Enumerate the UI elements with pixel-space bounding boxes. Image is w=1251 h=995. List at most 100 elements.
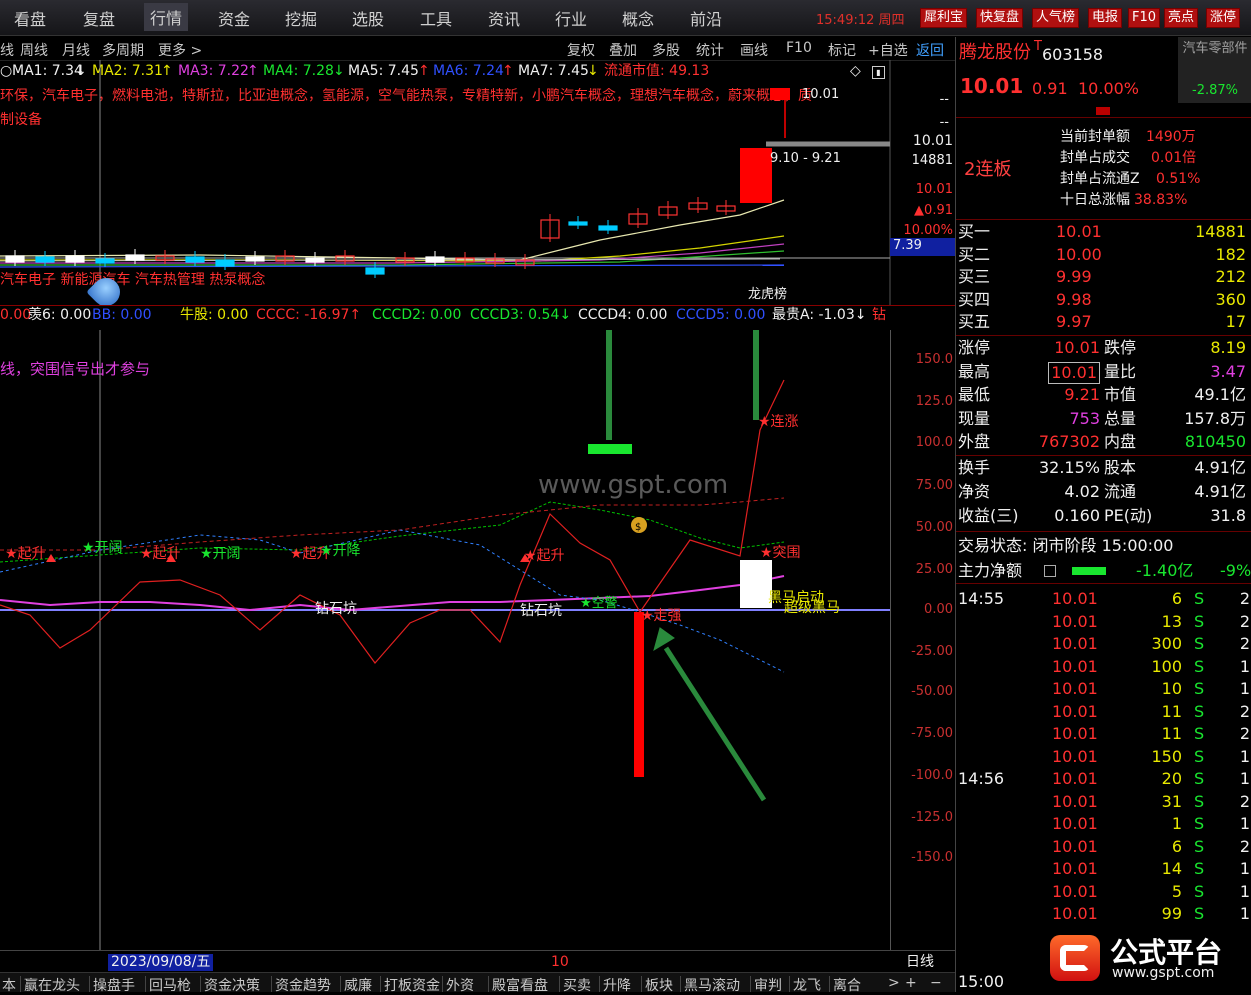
fundamental-value-2: 31.8	[1210, 506, 1246, 525]
period-toolbar: 线周线 月线 多周期 更多 > 复权 叠加 多股 统计 画线 F10 标记 +自选 返回	[0, 37, 955, 61]
tick-count: 2	[1239, 791, 1250, 811]
top-button-6[interactable]: 涨停	[1206, 8, 1241, 28]
add-tab-button[interactable]: +	[905, 975, 917, 991]
order-book-row: 买四 9.98 360	[956, 290, 1251, 312]
order-level-label: 买三	[958, 267, 991, 286]
stock-code: 603158	[1042, 45, 1104, 64]
tick-volume: 6	[1171, 589, 1182, 608]
top-button-4[interactable]: F10	[1128, 8, 1161, 28]
toolbar-8[interactable]: 返回	[916, 40, 944, 60]
tab-divider	[271, 976, 272, 992]
menu-item-6[interactable]: 工具	[420, 6, 452, 30]
top-button-2[interactable]: 人气榜	[1032, 8, 1080, 28]
tick-price: 10.01	[1052, 656, 1098, 676]
bottom-tab-8[interactable]: 殿富看盘	[492, 975, 548, 995]
bottom-tab-12[interactable]: 黑马滚动	[684, 975, 740, 995]
top-button-5[interactable]: 亮点	[1164, 8, 1199, 28]
indicator-axis-label: 50.00	[915, 520, 953, 535]
period-tab-3[interactable]: 多周期	[102, 40, 144, 60]
menu-item-2[interactable]: 行情	[144, 3, 189, 31]
fundamental-label-2: PE(动)	[1104, 506, 1153, 525]
menu-item-5[interactable]: 选股	[352, 6, 384, 30]
green-bar	[588, 444, 632, 454]
last-price-marker: 7.39	[890, 238, 955, 256]
top-button-3[interactable]: 电报	[1088, 8, 1123, 28]
bottom-tab-13[interactable]: 审判	[754, 975, 782, 995]
bottom-tab-11[interactable]: 板块	[645, 975, 673, 995]
bottom-tab-6[interactable]: 打板资金	[384, 975, 440, 995]
main-net-pct: -9%	[1220, 561, 1251, 580]
collapse-icon[interactable]	[1096, 107, 1110, 115]
indicator-chart[interactable]: $	[0, 330, 890, 950]
indicator-axis-label: 75.00	[915, 478, 953, 493]
bottom-first[interactable]: 本	[2, 975, 16, 995]
bottom-tab-2[interactable]: 回马枪	[149, 975, 191, 995]
limit-up-candle	[740, 148, 772, 203]
period-tab-1[interactable]: 周线	[20, 40, 48, 60]
menu-item-7[interactable]: 资讯	[488, 6, 520, 30]
toolbar-3[interactable]: 统计	[696, 40, 724, 60]
quote-label-2: 跌停	[1104, 338, 1137, 357]
tick-volume: 11	[1161, 701, 1182, 721]
menu-item-1[interactable]: 复盘	[83, 6, 115, 30]
menu-item-0[interactable]: 看盘	[14, 6, 46, 30]
indicator-axis: 150.0 125.0 100.0 75.00 50.00 25.00 0.00 -25.00…	[890, 330, 955, 950]
bottom-tab-3[interactable]: 资金决策	[204, 975, 260, 995]
quote-row: 最低 9.21 市值 49.1亿	[956, 385, 1251, 407]
fundamental-value: 0.160	[1054, 506, 1100, 525]
toolbar-4[interactable]: 画线	[740, 40, 768, 60]
menu-item-8[interactable]: 行业	[555, 6, 587, 30]
tick-count: 1	[1239, 656, 1250, 676]
indicator-axis-label: 0.00	[924, 602, 953, 617]
quote-value: 9.21	[1064, 385, 1100, 404]
fundamental-label: 收益(三)	[958, 506, 1019, 525]
red-bar	[634, 612, 644, 777]
toolbar-6[interactable]: 标记	[828, 40, 856, 60]
tab-divider	[789, 976, 790, 992]
indicator-value-3: 牛股: 0.00	[180, 307, 249, 323]
tab-divider	[680, 976, 681, 992]
remove-tab-button[interactable]: −	[930, 975, 942, 991]
bottom-tab-1[interactable]: 操盘手	[93, 975, 135, 995]
quote-value-2: 8.19	[1210, 338, 1246, 357]
bottom-tab-10[interactable]: 升降	[603, 975, 631, 995]
bottom-tab-9[interactable]: 买卖	[563, 975, 591, 995]
toolbar-0[interactable]: 复权	[567, 40, 595, 60]
quote-row: 外盘 767302 内盘 810450	[956, 432, 1251, 454]
fundamental-label: 净资	[958, 482, 991, 501]
quote-label: 最高	[958, 361, 991, 381]
indicator-value-4: CCCC: -16.97↑	[256, 307, 362, 323]
top-button-0[interactable]: 犀利宝	[920, 8, 968, 28]
menu-item-3[interactable]: 资金	[218, 6, 250, 30]
tick-count: 1	[1239, 769, 1250, 788]
tick-count: 1	[1239, 746, 1250, 766]
day-period-label[interactable]: 日线	[906, 954, 934, 971]
tick-side: S	[1194, 904, 1205, 923]
period-tab-0[interactable]: 线	[0, 40, 14, 60]
toolbar-2[interactable]: 多股	[652, 40, 680, 60]
toolbar-5[interactable]: F10	[786, 40, 812, 56]
menu-item-9[interactable]: 概念	[622, 6, 654, 30]
fundamental-label: 换手	[958, 458, 991, 477]
bottom-tab-7[interactable]: 外资	[446, 975, 474, 995]
list-icon[interactable]	[1044, 565, 1056, 577]
top-button-1[interactable]: 快复盘	[976, 8, 1024, 28]
order-level-label: 买四	[958, 289, 991, 309]
fundamental-label-2: 流通	[1104, 482, 1137, 501]
period-tab-4[interactable]: 更多 >	[158, 40, 202, 60]
bottom-tab-5[interactable]: 威廉	[344, 975, 372, 995]
tick-volume: 20	[1161, 769, 1182, 788]
bottom-tab-14[interactable]: 龙飞	[793, 975, 821, 995]
menu-item-4[interactable]: 挖掘	[285, 6, 317, 30]
menu-item-10[interactable]: 前沿	[690, 6, 722, 30]
order-price: 10.01	[1056, 222, 1102, 241]
tick-volume: 150	[1151, 746, 1182, 766]
bottom-tab-0[interactable]: 赢在龙头	[24, 975, 80, 995]
scroll-arrow-icon[interactable]: >	[888, 975, 900, 991]
toolbar-1[interactable]: 叠加	[609, 40, 637, 60]
bottom-tab-15[interactable]: 离合	[833, 975, 861, 995]
bottom-tab-4[interactable]: 资金趋势	[275, 975, 331, 995]
sector-box[interactable]: 汽车零部件 -2.87%	[1178, 37, 1251, 103]
toolbar-7[interactable]: +自选	[868, 40, 908, 60]
period-tab-2[interactable]: 月线	[62, 40, 90, 60]
